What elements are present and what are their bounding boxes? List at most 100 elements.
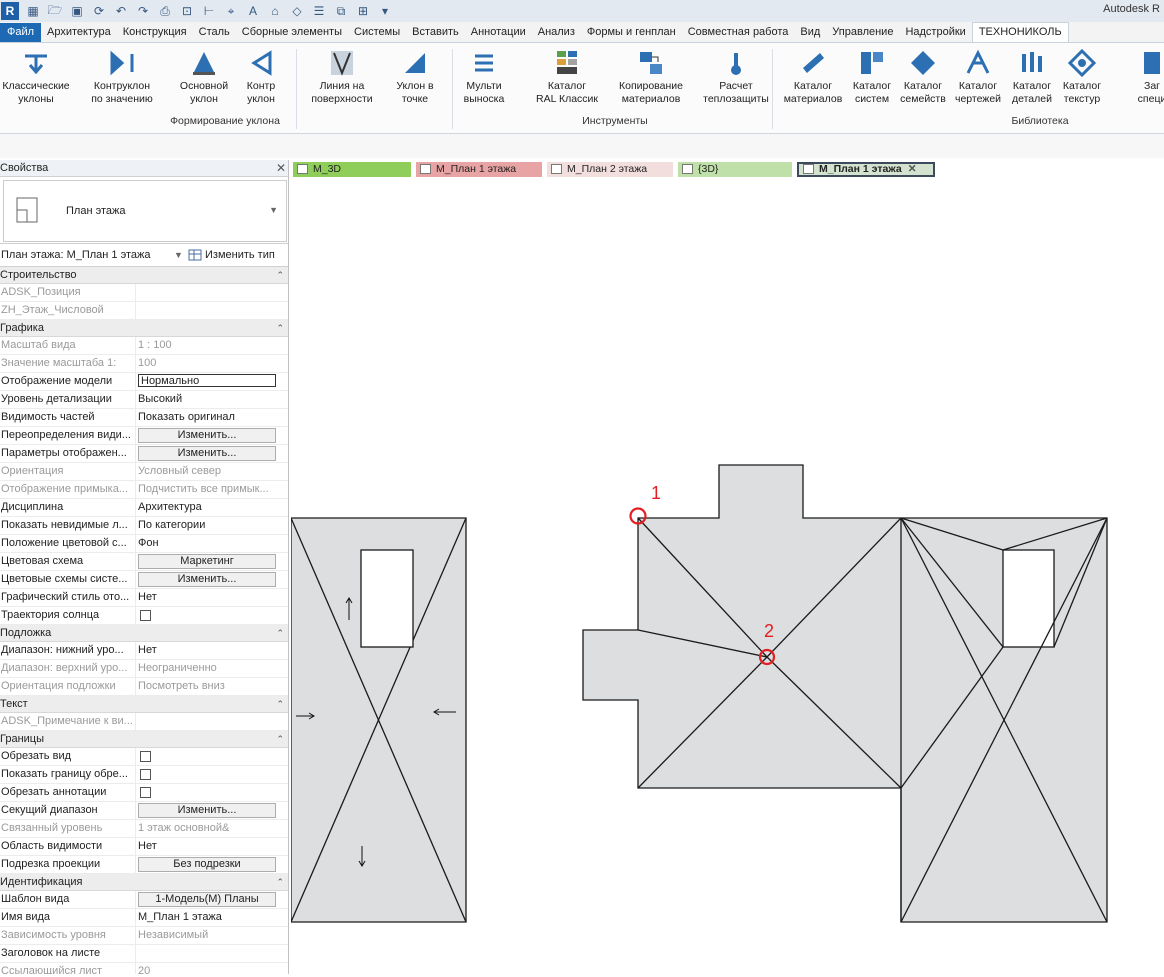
close-icon[interactable]: ✕	[908, 163, 917, 175]
menu-tab[interactable]: Файл	[0, 23, 42, 42]
property-value[interactable]: Архитектура	[138, 501, 202, 513]
ribbon-button[interactable]: Основной уклон	[172, 48, 236, 106]
view-tab[interactable]: М_3D	[293, 161, 411, 177]
property-category[interactable]: Строительство ⌃	[0, 267, 288, 284]
ribbon-button[interactable]: Каталог материалов	[778, 48, 848, 106]
type-selector[interactable]: План этажа ▼	[0, 177, 288, 244]
thin-lines-icon[interactable]: ☰	[311, 4, 327, 18]
property-checkbox[interactable]	[140, 751, 151, 762]
section-icon[interactable]: ◇	[289, 4, 305, 18]
menu-tab[interactable]: Вид	[794, 23, 826, 42]
collapse-icon[interactable]: ⌃	[276, 731, 284, 747]
ribbon-button[interactable]: Каталог деталей	[1004, 48, 1060, 106]
ribbon-button[interactable]: Каталог чертежей	[952, 48, 1004, 106]
close-icon[interactable]: ✕	[276, 161, 286, 175]
collapse-icon[interactable]: ⌃	[276, 625, 284, 641]
roof-plan-drawing[interactable]	[290, 178, 1164, 974]
instance-filter[interactable]: План этажа: М_План 1 этажа ▼ Изменить ти…	[0, 244, 288, 267]
property-category[interactable]: Текст ⌃	[0, 696, 288, 713]
drawing-canvas[interactable]: 1 2	[290, 178, 1164, 974]
property-category[interactable]: Идентификация ⌃	[0, 874, 288, 891]
close-hidden-icon[interactable]: ⧉	[333, 4, 349, 18]
ribbon-button[interactable]: Уклон в точке	[386, 48, 444, 106]
text-icon[interactable]: A	[245, 4, 261, 18]
property-value-button[interactable]: Изменить...	[138, 446, 276, 461]
property-value[interactable]: Нет	[138, 591, 157, 603]
instance-filter-value[interactable]: План этажа: М_План 1 этажа	[0, 249, 150, 261]
print-icon[interactable]: ⎙	[157, 4, 173, 18]
property-value-field[interactable]: Нормально	[138, 374, 276, 387]
undo-icon[interactable]: ↶	[113, 4, 129, 18]
property-value[interactable]: Фон	[138, 537, 159, 549]
collapse-icon[interactable]: ⌃	[276, 874, 284, 890]
collapse-icon[interactable]: ⌃	[276, 267, 284, 283]
menu-tab[interactable]: Формы и генплан	[581, 23, 682, 42]
view-tab[interactable]: {3D}	[678, 161, 792, 177]
property-value-button[interactable]: 1-Модель(М) Планы	[138, 892, 276, 907]
ribbon-button[interactable]: Линия на поверхности	[300, 48, 384, 106]
menu-tab[interactable]: Анализ	[532, 23, 581, 42]
menu-tab[interactable]: ТЕХНОНИКОЛЬ	[971, 22, 1069, 42]
menu-tab[interactable]: Системы	[348, 23, 406, 42]
ribbon-button[interactable]: Контр уклон	[236, 48, 286, 106]
property-category[interactable]: Подложка ⌃	[0, 625, 288, 642]
view-tab[interactable]: М_План 1 этажа	[416, 161, 542, 177]
redo-icon[interactable]: ↷	[135, 4, 151, 18]
property-checkbox[interactable]	[140, 769, 151, 780]
menu-tab[interactable]: Аннотации	[465, 23, 532, 42]
property-value-button[interactable]: Изменить...	[138, 572, 276, 587]
edit-type-button[interactable]: Изменить тип	[188, 249, 275, 261]
measure-icon[interactable]: ⊡	[179, 4, 195, 18]
view-tab[interactable]: М_План 1 этажа ✕	[797, 161, 935, 177]
menu-tab[interactable]: Сборные элементы	[236, 23, 348, 42]
property-value-cell: Нет	[136, 589, 288, 606]
3d-view-icon[interactable]: ⌂	[267, 4, 283, 18]
app-logo[interactable]: R	[1, 2, 19, 20]
menu-tab[interactable]: Конструкция	[117, 23, 193, 42]
property-value[interactable]: Нет	[138, 840, 157, 852]
property-value[interactable]: Высокий	[138, 393, 182, 405]
home-icon[interactable]: ▦	[25, 4, 41, 18]
ribbon-button[interactable]: Каталог текстур	[1054, 48, 1110, 106]
property-category[interactable]: Границы ⌃	[0, 731, 288, 748]
property-checkbox[interactable]	[140, 610, 151, 621]
property-value-button[interactable]: Маркетинг	[138, 554, 276, 569]
type-selector-box[interactable]: План этажа ▼	[3, 180, 287, 242]
menu-tab[interactable]: Архитектура	[41, 23, 117, 42]
collapse-icon[interactable]: ⌃	[276, 696, 284, 712]
open-icon[interactable]: 🗁	[47, 3, 63, 18]
customize-icon[interactable]: ▾	[377, 4, 393, 18]
menu-tab[interactable]: Сталь	[193, 23, 236, 42]
ribbon-button[interactable]: Контруклон по значению	[84, 48, 160, 106]
switch-windows-icon[interactable]: ⊞	[355, 4, 371, 18]
chevron-down-icon[interactable]: ▼	[269, 205, 278, 215]
ribbon-button[interactable]: Каталог семейств	[894, 48, 952, 106]
property-checkbox[interactable]	[140, 787, 151, 798]
tag-icon[interactable]: ⌖	[223, 4, 239, 18]
menu-tab[interactable]: Вставить	[406, 23, 465, 42]
property-value-button[interactable]: Изменить...	[138, 428, 276, 443]
property-value[interactable]: По категории	[138, 519, 205, 531]
property-value[interactable]: Нет	[138, 644, 157, 656]
dimension-icon[interactable]: ⊢	[201, 4, 217, 18]
ribbon-button[interactable]: Классические уклоны	[0, 48, 72, 106]
view-tab[interactable]: М_План 2 этажа	[547, 161, 673, 177]
ribbon-button[interactable]: Расчет теплозащиты	[695, 48, 777, 106]
menu-tab[interactable]: Совместная работа	[682, 23, 795, 42]
property-value[interactable]: Показать оригинал	[138, 411, 235, 423]
property-value[interactable]: М_План 1 этажа	[138, 911, 222, 923]
property-category[interactable]: Графика ⌃	[0, 320, 288, 337]
property-value-button[interactable]: Изменить...	[138, 803, 276, 818]
ribbon-button[interactable]: Каталог систем	[844, 48, 900, 106]
ribbon-button[interactable]: Копирование материалов	[610, 48, 692, 106]
ribbon-button[interactable]: Заг специ	[1122, 48, 1164, 106]
ribbon-button[interactable]: Мульти выноска	[454, 48, 514, 106]
menu-tab[interactable]: Надстройки	[899, 23, 971, 42]
save-icon[interactable]: ▣	[69, 4, 85, 18]
chevron-down-icon[interactable]: ▼	[174, 250, 183, 260]
menu-tab[interactable]: Управление	[826, 23, 899, 42]
sync-icon[interactable]: ⟳	[91, 4, 107, 18]
ribbon-button[interactable]: Каталог RAL Классик	[530, 48, 604, 106]
property-value-button[interactable]: Без подрезки	[138, 857, 276, 872]
collapse-icon[interactable]: ⌃	[276, 320, 284, 336]
